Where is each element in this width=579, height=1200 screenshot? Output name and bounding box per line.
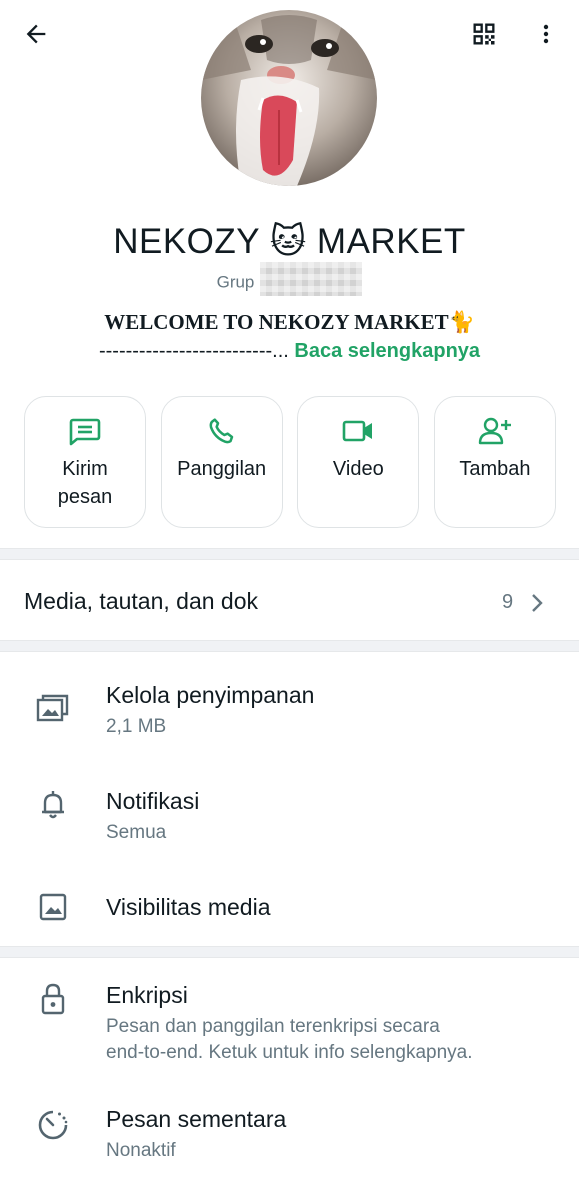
media-links-docs-row[interactable]: Media, tautan, dan dok 9 (0, 562, 579, 640)
notifications-row[interactable]: Notifikasi Semua (0, 768, 579, 872)
group-type-line: Grup (0, 262, 579, 296)
more-options-button[interactable] (530, 16, 562, 52)
lock-icon (41, 983, 65, 1015)
arrow-left-icon (26, 24, 46, 44)
message-icon (69, 418, 101, 446)
redacted-member-count (260, 262, 363, 296)
add-member-button[interactable]: Tambah (433, 396, 556, 528)
video-call-button[interactable]: Video (297, 396, 420, 528)
back-button[interactable] (18, 16, 54, 52)
media-visibility-title: Visibilitas media (106, 894, 271, 920)
manage-storage-title: Kelola penyimpanan (106, 682, 315, 708)
media-links-docs-label: Media, tautan, dan dok (24, 588, 258, 614)
send-message-button[interactable]: Kirim pesan (24, 396, 146, 528)
cat-photo (201, 10, 377, 186)
section-divider (0, 640, 579, 652)
call-button[interactable]: Panggilan (160, 396, 283, 528)
video-label: Video (332, 458, 384, 480)
more-vertical-icon (543, 24, 549, 44)
phone-icon (209, 418, 233, 444)
notifications-value: Semua (106, 822, 167, 843)
read-more-link[interactable]: Baca selengkapnya (294, 340, 480, 362)
action-buttons: Kirim pesan Panggilan Video Tambah (24, 396, 556, 528)
add-member-label: Tambah (459, 458, 531, 480)
disappearing-messages-title: Pesan sementara (106, 1106, 287, 1132)
group-name: NEKOZY 🐱 MARKET (113, 222, 466, 261)
disappearing-messages-row[interactable]: Pesan sementara Nonaktif (0, 1086, 579, 1190)
storage-folder-icon (36, 694, 69, 722)
manage-storage-size: 2,1 MB (106, 716, 167, 737)
image-icon (39, 893, 67, 921)
group-description-text: --------------------------... (98, 340, 289, 362)
timer-icon (38, 1110, 68, 1140)
section-divider (0, 946, 579, 958)
encryption-row[interactable]: Enkripsi Pesan dan panggilan terenkripsi… (0, 962, 579, 1072)
bell-icon (42, 791, 64, 819)
send-message-label: Kirim pesan (57, 458, 113, 508)
group-type-label: Grup (216, 272, 255, 292)
group-description-title: WELCOME TO NEKOZY MARKET🐈 (104, 310, 475, 334)
encryption-desc-line2: end-to-end. Ketuk untuk info selengkapny… (106, 1042, 473, 1063)
chevron-right-icon (532, 594, 543, 612)
qr-code-button[interactable] (466, 16, 502, 52)
notifications-title: Notifikasi (106, 788, 200, 814)
media-count: 9 (502, 591, 514, 613)
encryption-title: Enkripsi (106, 982, 188, 1008)
add-person-icon (478, 417, 511, 445)
media-visibility-row[interactable]: Visibilitas media (0, 874, 579, 946)
group-avatar[interactable] (201, 10, 377, 186)
group-description: --------------------------... Baca selen… (0, 340, 579, 363)
video-icon (343, 420, 373, 442)
section-divider (0, 548, 579, 560)
call-label: Panggilan (177, 458, 267, 480)
encryption-desc-line1: Pesan dan panggilan terenkripsi secara (106, 1016, 440, 1037)
qr-code-icon (473, 23, 495, 45)
disappearing-messages-value: Nonaktif (106, 1140, 176, 1161)
manage-storage-row[interactable]: Kelola penyimpanan 2,1 MB (0, 662, 579, 766)
